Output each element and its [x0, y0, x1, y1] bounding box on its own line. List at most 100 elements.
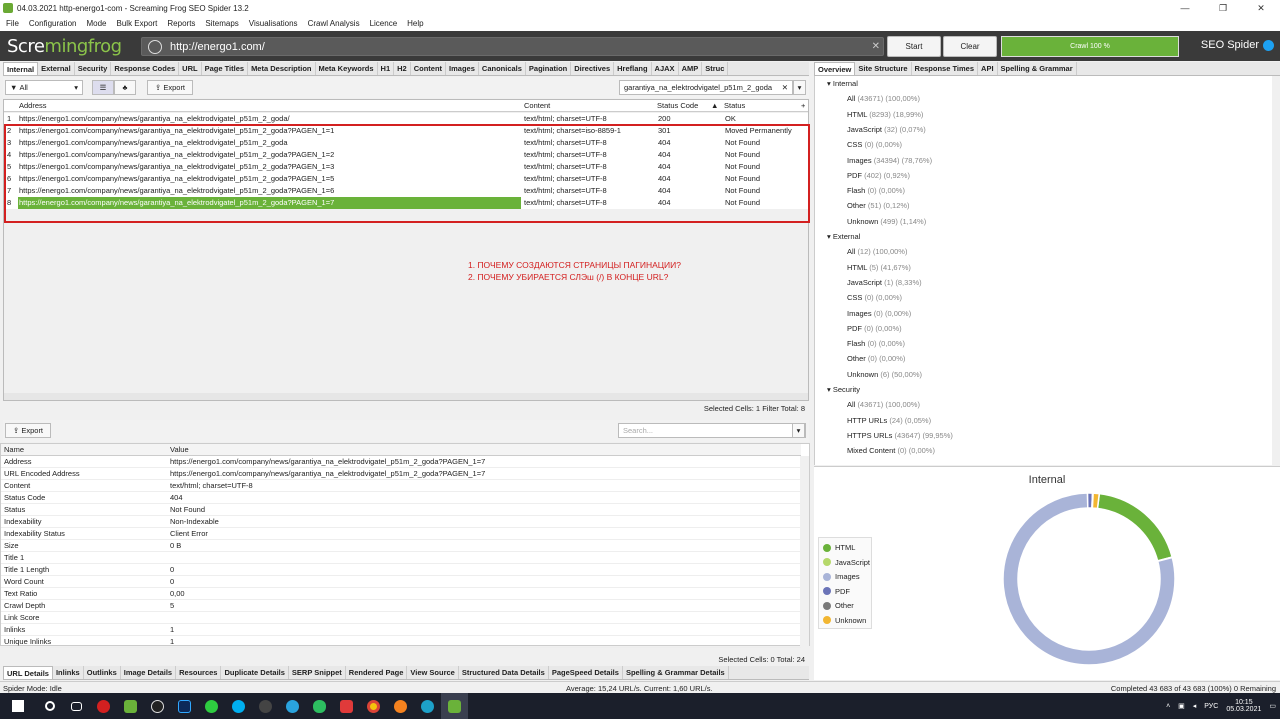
details-scrollbar[interactable]	[800, 456, 809, 646]
disk-app-icon[interactable]	[144, 693, 171, 719]
tab-struc[interactable]: Struc	[702, 62, 729, 75]
details-row[interactable]: Text Ratio 0,00	[1, 588, 801, 600]
legend-item[interactable]: PDF	[823, 587, 850, 596]
tab-images[interactable]: Images	[446, 62, 479, 75]
volume-icon[interactable]: ◂	[1193, 702, 1197, 710]
menu-visualisations[interactable]: Visualisations	[249, 19, 298, 28]
column-value[interactable]: Value	[170, 445, 189, 454]
twitter-icon[interactable]	[1263, 39, 1274, 51]
details-row[interactable]: Status Code 404	[1, 492, 801, 504]
details-value[interactable]: 0,00	[170, 589, 185, 598]
details-row[interactable]: Word Count 0	[1, 576, 801, 588]
export-button[interactable]: ⇪ Export	[147, 80, 193, 95]
tab-amp[interactable]: AMP	[679, 62, 703, 75]
tab-response-codes[interactable]: Response Codes	[111, 62, 180, 75]
tree-item[interactable]: Other (51) (0,12%)	[847, 201, 910, 210]
tray-arrow-icon[interactable]: ˄	[1166, 703, 1170, 710]
menu-bulk-export[interactable]: Bulk Export	[117, 19, 158, 28]
column-content[interactable]: Content	[524, 101, 550, 110]
details-row[interactable]: Content text/html; charset=UTF-8	[1, 480, 801, 492]
tab-response-times[interactable]: Response Times	[912, 62, 979, 75]
tree-item[interactable]: CSS (0) (0,00%)	[847, 293, 902, 302]
tab-url[interactable]: URL	[179, 62, 202, 75]
tab-structured-data-details[interactable]: Structured Data Details	[459, 666, 549, 679]
tab-outlinks[interactable]: Outlinks	[84, 666, 121, 679]
details-row[interactable]: Indexability Non-Indexable	[1, 516, 801, 528]
task-view-icon[interactable]	[63, 693, 90, 719]
notifications-icon[interactable]: ▭	[1269, 702, 1276, 710]
tree-item[interactable]: Images (0) (0,00%)	[847, 309, 911, 318]
details-row[interactable]: Size 0 B	[1, 540, 801, 552]
tab-site-structure[interactable]: Site Structure	[855, 62, 912, 75]
menu-file[interactable]: File	[6, 19, 19, 28]
tree-item[interactable]: Flash (0) (0,00%)	[847, 339, 905, 348]
details-value[interactable]: 0	[170, 577, 174, 586]
tree-section-internal[interactable]: ▾ Internal	[827, 79, 858, 88]
url-input[interactable]: http://energo1.com/ ✕	[141, 37, 884, 56]
tab-content[interactable]: Content	[411, 62, 447, 75]
list-view-icon[interactable]: ☰	[92, 80, 114, 95]
language-indicator[interactable]: РУС	[1204, 703, 1218, 710]
tree-item[interactable]: All (43671) (100,00%)	[847, 400, 920, 409]
legend-item[interactable]: Unknown	[823, 616, 866, 625]
menu-configuration[interactable]: Configuration	[29, 19, 77, 28]
tree-item[interactable]: Mixed Content (0) (0,00%)	[847, 446, 935, 455]
tree-item[interactable]: HTTPS URLs (43647) (99,95%)	[847, 431, 953, 440]
edge-icon[interactable]	[414, 693, 441, 719]
tab-canonicals[interactable]: Canonicals	[479, 62, 526, 75]
details-value[interactable]: Not Found	[170, 505, 205, 514]
column-address[interactable]: Address	[19, 101, 47, 110]
details-row[interactable]: Inlinks 1	[1, 624, 801, 636]
tab-rendered-page[interactable]: Rendered Page	[346, 666, 408, 679]
tab-spelling-grammar[interactable]: Spelling & Grammar	[998, 62, 1077, 75]
clear-url-icon[interactable]: ✕	[872, 41, 880, 52]
windows-start-icon[interactable]	[0, 693, 36, 719]
search-input[interactable]: garantiya_na_elektrodvigatel_p51m_2_goda…	[619, 80, 793, 95]
tree-item[interactable]: HTML (5) (41,67%)	[847, 263, 911, 272]
tree-item[interactable]: Unknown (499) (1,14%)	[847, 217, 926, 226]
details-row[interactable]: Address https://energo1.com/company/news/…	[1, 456, 801, 468]
legend-item[interactable]: Images	[823, 572, 860, 581]
davinci-icon[interactable]	[252, 693, 279, 719]
cell-content[interactable]: text/html; charset=UTF-8	[524, 114, 607, 123]
legend-item[interactable]: JavaScript	[823, 558, 870, 567]
details-value[interactable]: 0 B	[170, 541, 181, 550]
screaming-frog-taskbar-icon[interactable]	[441, 693, 468, 719]
details-row[interactable]: URL Encoded Address https://energo1.com/c…	[1, 468, 801, 480]
details-value[interactable]: Non-Indexable	[170, 517, 219, 526]
add-column-icon[interactable]: +	[801, 101, 805, 110]
tree-item[interactable]: HTTP URLs (24) (0,05%)	[847, 416, 931, 425]
donut-slice-unknown[interactable]	[1091, 492, 1101, 510]
details-row[interactable]: Status Not Found	[1, 504, 801, 516]
xmind-icon[interactable]	[333, 693, 360, 719]
details-search-input[interactable]: Search...	[618, 423, 806, 438]
details-row[interactable]: Link Score	[1, 612, 801, 624]
network-icon[interactable]: ▣	[1178, 702, 1185, 710]
tab-resources[interactable]: Resources	[176, 666, 222, 679]
details-value[interactable]: text/html; charset=UTF-8	[170, 481, 253, 490]
details-value[interactable]: 0	[170, 565, 174, 574]
tab-serp-snippet[interactable]: SERP Snippet	[289, 666, 346, 679]
menu-crawl-analysis[interactable]: Crawl Analysis	[308, 19, 360, 28]
tree-item[interactable]: Images (34394) (78,76%)	[847, 156, 932, 165]
skype-icon[interactable]	[225, 693, 252, 719]
tree-item[interactable]: JavaScript (1) (8,33%)	[847, 278, 922, 287]
tree-item[interactable]: Unknown (6) (50,00%)	[847, 370, 922, 379]
search-icon[interactable]	[36, 693, 63, 719]
tab-pagination[interactable]: Pagination	[526, 62, 572, 75]
photoshop-icon[interactable]	[171, 693, 198, 719]
details-value[interactable]: 404	[170, 493, 183, 502]
details-row[interactable]: Unique Inlinks 1	[1, 636, 801, 648]
frog-app-icon[interactable]	[117, 693, 144, 719]
clock[interactable]: 10:15 05.03.2021	[1226, 699, 1261, 713]
tree-item[interactable]: Other (0) (0,00%)	[847, 354, 905, 363]
record-app-icon[interactable]	[90, 693, 117, 719]
search-dropdown-icon[interactable]: ▾	[793, 80, 806, 95]
tree-item[interactable]: All (12) (100,00%)	[847, 247, 907, 256]
details-value[interactable]: https://energo1.com/company/news/garanti…	[170, 469, 485, 478]
tab-internal[interactable]: Internal	[3, 62, 39, 75]
maximize-button[interactable]: ❐	[1204, 0, 1242, 16]
menu-reports[interactable]: Reports	[167, 19, 195, 28]
details-row[interactable]: Indexability Status Client Error	[1, 528, 801, 540]
details-row[interactable]: Title 1	[1, 552, 801, 564]
